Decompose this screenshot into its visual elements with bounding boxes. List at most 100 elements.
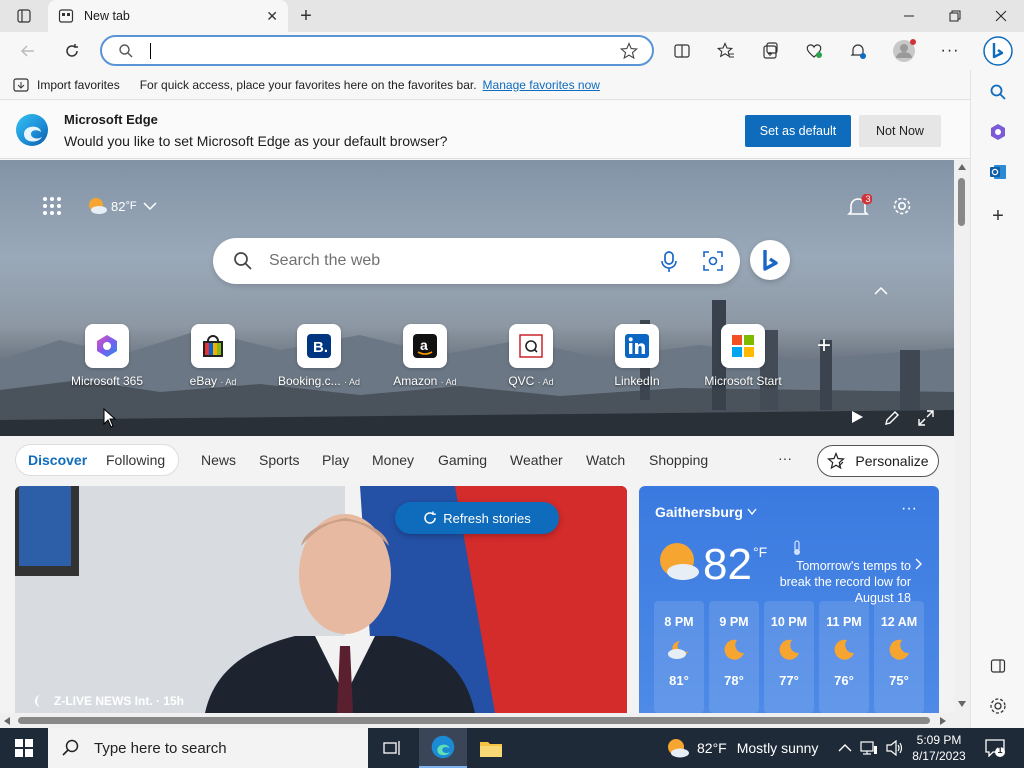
chevron-down-icon[interactable] — [747, 508, 757, 516]
edit-background-button[interactable] — [884, 410, 900, 426]
expand-background-button[interactable] — [918, 410, 934, 426]
play-background-button[interactable] — [850, 410, 864, 424]
ntp-notifications-button[interactable]: 3 — [846, 194, 872, 220]
tab-actions-icon — [17, 9, 31, 23]
refresh-stories-button[interactable]: Refresh stories — [395, 502, 559, 534]
app-grid-icon — [43, 197, 61, 215]
taskbar-clock[interactable]: 5:09 PM 8/17/2023 — [906, 732, 972, 764]
linkedin-icon — [625, 334, 649, 358]
restore-button[interactable] — [932, 0, 978, 32]
chevron-up-icon[interactable] — [838, 743, 852, 753]
back-button[interactable] — [14, 37, 42, 65]
favorite-star-icon[interactable] — [620, 42, 638, 60]
address-bar[interactable] — [100, 35, 654, 66]
partly-sunny-icon — [89, 198, 107, 214]
close-window-button[interactable] — [978, 0, 1024, 32]
collections-button[interactable] — [756, 37, 784, 65]
taskbar-edge-button[interactable] — [419, 728, 467, 768]
personalize-button[interactable]: Personalize — [817, 445, 939, 477]
quick-link-tile[interactable]: a Amazon · Ad — [382, 324, 468, 388]
hour-time: 8 PM — [664, 615, 694, 629]
hourly-forecast-item: 10 PM 77° — [764, 601, 814, 713]
task-view-button[interactable] — [368, 728, 416, 768]
tab-actions-button[interactable] — [8, 6, 40, 26]
quick-link-tile[interactable]: LinkedIn — [594, 324, 680, 388]
quick-link-tile[interactable]: eBay · Ad — [170, 324, 256, 388]
page-settings-button[interactable] — [892, 196, 912, 216]
amazon-icon: a — [413, 334, 437, 358]
quick-link-tile[interactable]: B. Booking.c... · Ad — [276, 324, 362, 388]
restore-icon — [949, 10, 961, 22]
taskbar: Type here to search 82°F Mostly sunny 5:… — [0, 728, 1024, 768]
set-as-default-button[interactable]: Set as default — [745, 115, 851, 147]
apps-launcher-button[interactable] — [42, 196, 62, 216]
minimize-button[interactable] — [886, 0, 932, 32]
horizontal-scrollbar[interactable] — [0, 713, 970, 728]
tab-sports[interactable]: Sports — [259, 452, 299, 468]
web-search-box[interactable]: Search the web — [213, 238, 740, 284]
weather-location[interactable]: Gaithersburg — [655, 504, 743, 520]
tab-gaming[interactable]: Gaming — [438, 452, 487, 468]
weather-chip[interactable]: 82 °F — [86, 196, 157, 216]
close-tab-icon[interactable]: ✕ — [266, 8, 278, 25]
import-favorites-button[interactable]: Import favorites — [13, 77, 120, 93]
tab-news[interactable]: News — [201, 452, 236, 468]
new-tab-button[interactable]: + — [294, 4, 318, 28]
tab-play[interactable]: Play — [322, 452, 349, 468]
vertical-scroll-thumb[interactable] — [958, 178, 965, 226]
sidebar-outlook-button[interactable] — [984, 158, 1012, 186]
collapse-tiles-button[interactable] — [874, 286, 888, 296]
tab-watch[interactable]: Watch — [586, 452, 625, 468]
refresh-button[interactable] — [58, 37, 86, 65]
microphone-icon[interactable] — [659, 251, 679, 273]
scroll-left-icon — [4, 717, 10, 725]
profile-button[interactable] — [890, 37, 918, 65]
quick-link-tile[interactable]: QVC · Ad — [488, 324, 574, 388]
favorites-button[interactable] — [712, 37, 740, 65]
settings-more-button[interactable]: ··· — [936, 37, 964, 65]
split-screen-button[interactable] — [668, 37, 696, 65]
notifications-button[interactable] — [844, 37, 872, 65]
browser-essentials-button[interactable] — [800, 37, 828, 65]
chevron-right-icon[interactable] — [915, 558, 923, 570]
start-button[interactable] — [0, 728, 48, 768]
news-source[interactable]: Z-LIVE NEWS Int. · 15h — [32, 694, 184, 708]
weather-forecast-note[interactable]: Tomorrow's temps to break the record low… — [779, 558, 911, 606]
action-center-button[interactable]: 1 — [980, 728, 1010, 768]
hide-sidebar-button[interactable] — [984, 652, 1012, 680]
tab-new-tab[interactable]: New tab ✕ — [48, 0, 288, 32]
bing-copilot-button[interactable] — [982, 35, 1014, 67]
bing-chat-button[interactable] — [750, 240, 790, 280]
add-quick-link-button[interactable]: + — [804, 332, 844, 360]
horizontal-scroll-thumb[interactable] — [18, 717, 930, 724]
taskbar-search-box[interactable]: Type here to search — [48, 728, 368, 768]
taskbar-file-explorer-button[interactable] — [467, 728, 515, 768]
not-now-button[interactable]: Not Now — [859, 115, 941, 147]
tab-discover[interactable]: Discover — [28, 452, 87, 468]
tab-following[interactable]: Following — [106, 452, 165, 468]
volume-icon[interactable] — [886, 740, 904, 756]
text-caret — [150, 43, 151, 59]
mouse-cursor-icon — [103, 408, 117, 428]
personalize-icon — [827, 452, 846, 470]
visual-search-icon[interactable] — [703, 251, 723, 271]
quick-link-tile[interactable]: Microsoft 365 — [64, 324, 150, 388]
sidebar-search-button[interactable] — [984, 78, 1012, 106]
hourly-forecast-item: 9 PM 78° — [709, 601, 759, 713]
tab-shopping[interactable]: Shopping — [649, 452, 708, 468]
quick-link-tile[interactable]: Microsoft Start — [700, 324, 786, 388]
manage-favorites-link[interactable]: Manage favorites now — [483, 78, 600, 92]
sidebar-add-button[interactable]: + — [984, 202, 1012, 230]
tab-weather[interactable]: Weather — [510, 452, 563, 468]
taskbar-weather[interactable]: 82°F Mostly sunny — [665, 728, 818, 768]
weather-more-button[interactable]: ··· — [901, 500, 917, 518]
tab-money[interactable]: Money — [372, 452, 414, 468]
network-icon[interactable] — [860, 740, 878, 756]
weather-card[interactable]: Gaithersburg ··· 82 °F Tomorrow's temps … — [639, 486, 939, 713]
sidebar-settings-button[interactable] — [984, 692, 1012, 720]
vertical-scrollbar[interactable] — [954, 160, 970, 713]
sidebar-office-button[interactable] — [984, 118, 1012, 146]
qvc-icon — [519, 334, 543, 358]
system-tray — [838, 728, 904, 768]
feed-more-button[interactable]: ··· — [778, 450, 792, 466]
